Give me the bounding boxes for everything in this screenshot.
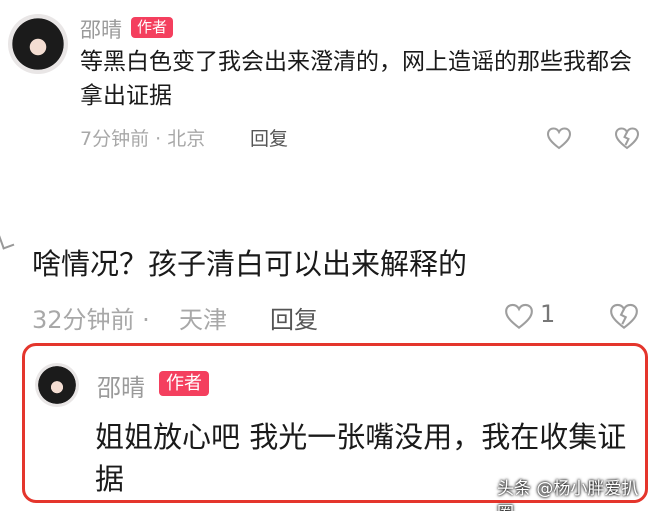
heart-icon[interactable] [546, 126, 572, 150]
watermark: 头条 @杨小胖爱扒圈 [497, 479, 639, 511]
broken-heart-icon[interactable] [608, 302, 640, 330]
avatar[interactable] [35, 363, 79, 407]
avatar[interactable] [8, 14, 68, 74]
comment-thread: 邵晴 作者 等黑白色变了我会出来澄清的，网上造谣的那些我都会拿出证据 7分钟前 … [0, 0, 654, 511]
heart-icon[interactable] [503, 302, 535, 330]
like-count: 1 [540, 300, 556, 328]
author-badge: 作者 [131, 17, 174, 38]
comment-text: 等黑白色变了我会出来澄清的，网上造谣的那些我都会拿出证据 [80, 49, 632, 109]
author-name[interactable]: 邵晴 [97, 368, 145, 403]
author-name[interactable]: 邵晴 [80, 14, 122, 44]
comment-meta: 7分钟前 · 北京 [80, 128, 206, 150]
reply-button[interactable]: 回复 [250, 124, 288, 151]
reply-button[interactable]: 回复 [270, 300, 318, 335]
comment-item: 邵晴 作者 等黑白色变了我会出来澄清的，网上造谣的那些我都会拿出证据 7分钟前 … [0, 0, 654, 175]
avatar-edge [0, 230, 15, 250]
broken-heart-icon[interactable] [614, 126, 640, 150]
author-badge: 作者 [159, 371, 209, 396]
comment-time: 32分钟前 · [32, 306, 150, 334]
comment-location: 天津 [179, 306, 227, 334]
comment-text: 啥情况？孩子清白可以出来解释的 [32, 247, 468, 281]
